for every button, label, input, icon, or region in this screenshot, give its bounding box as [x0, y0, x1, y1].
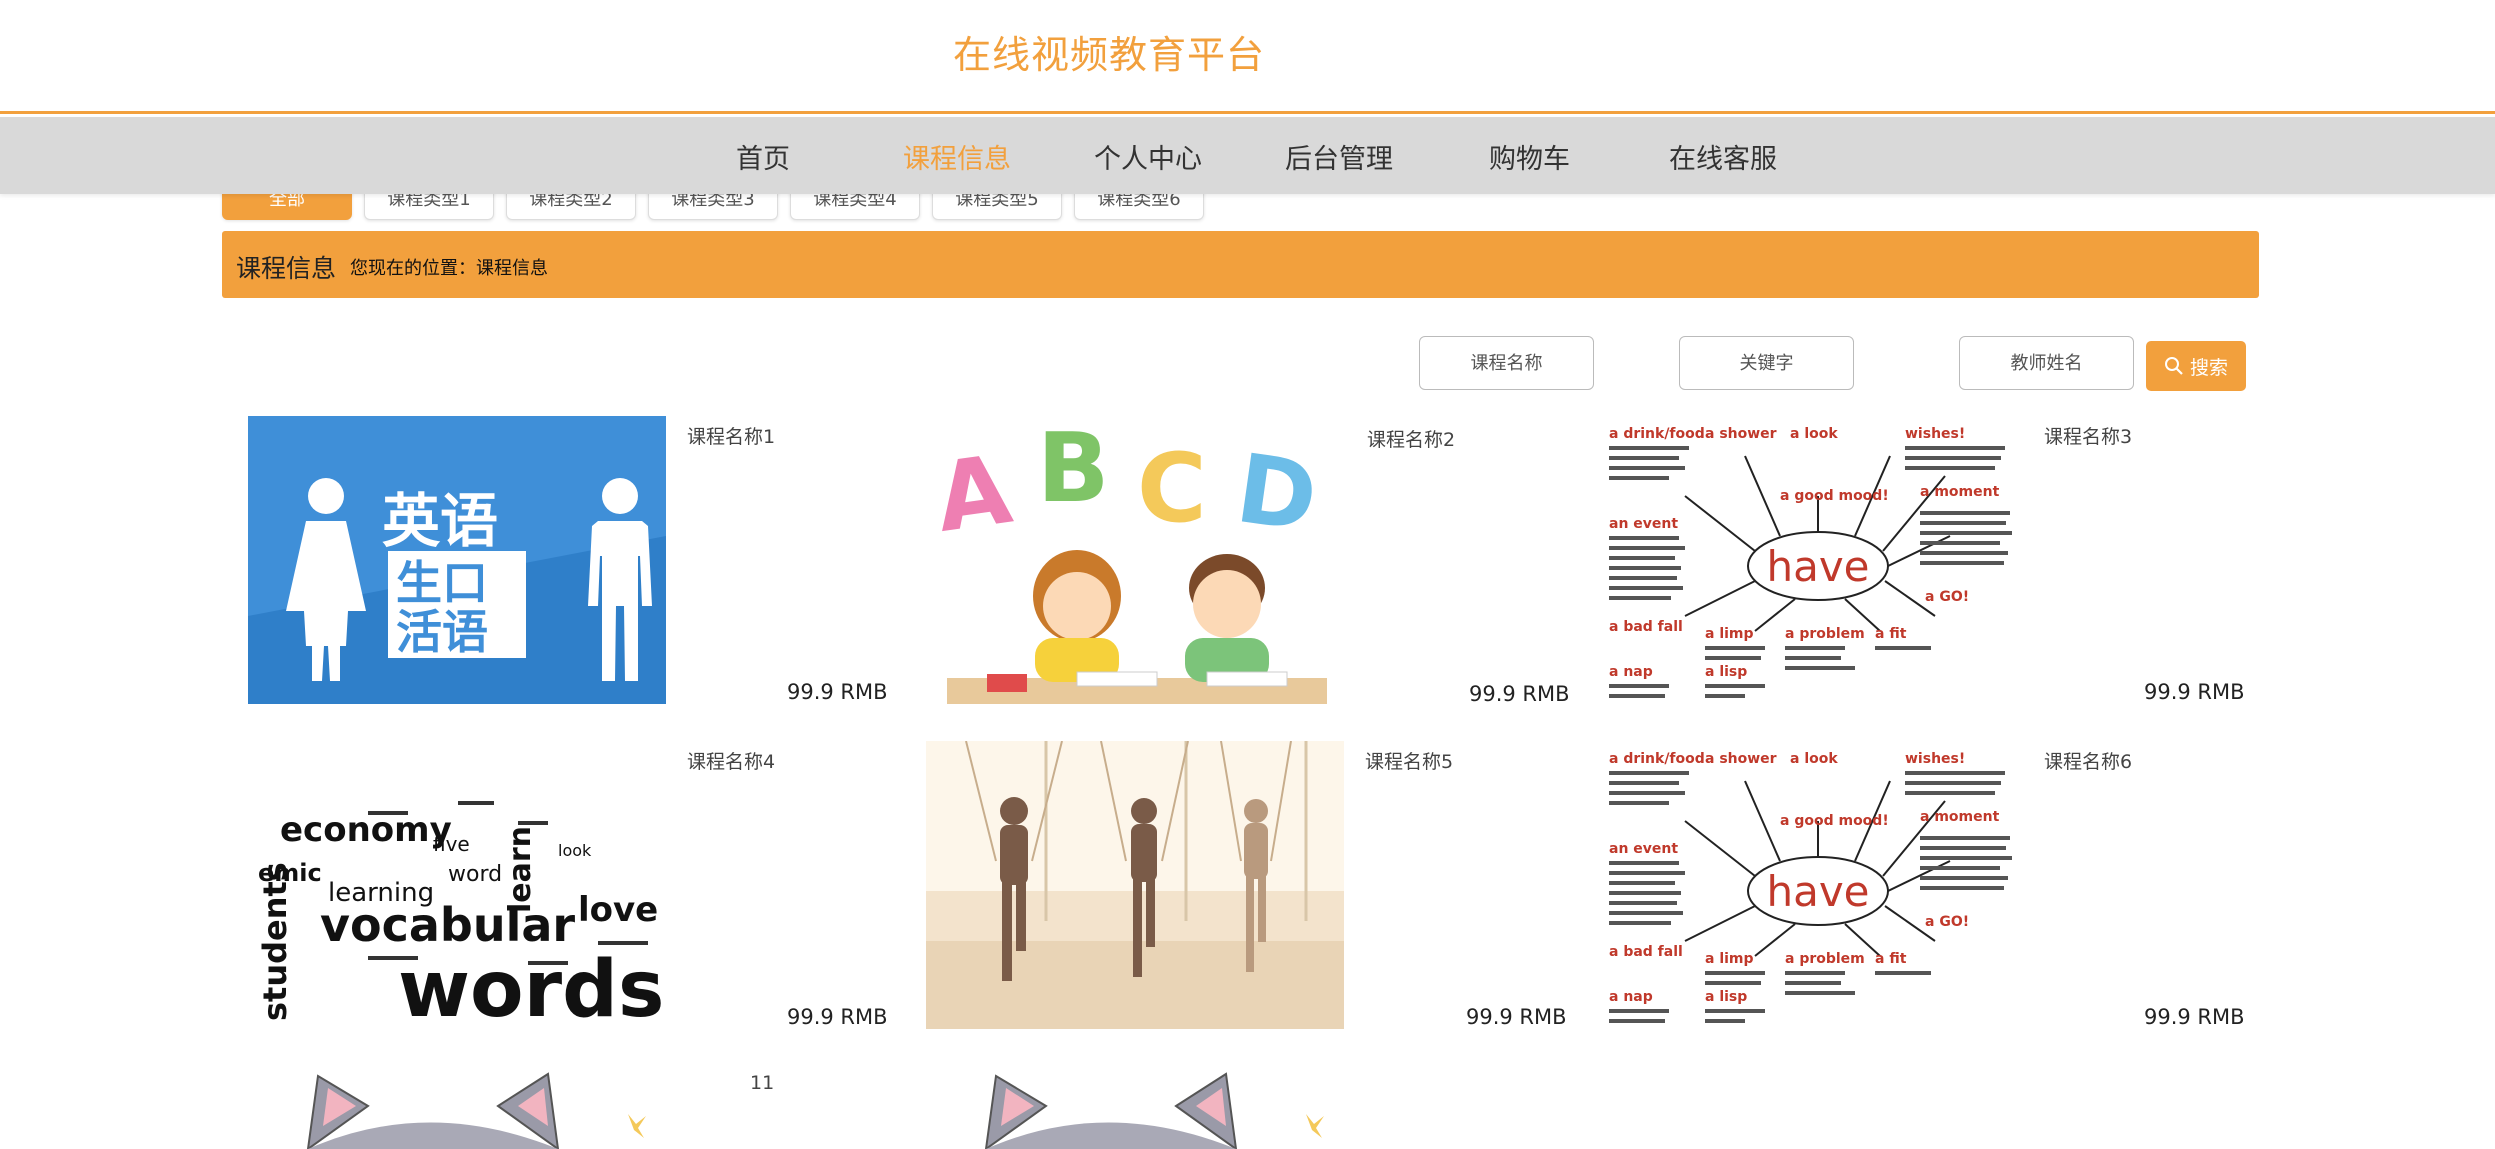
- keyword-input[interactable]: [1679, 336, 1854, 390]
- svg-text:a good mood!: a good mood!: [1780, 813, 1889, 829]
- main-nav: 首页 课程信息 个人中心 后台管理 购物车 在线客服: [0, 117, 2495, 194]
- svg-text:B: B: [1037, 416, 1109, 524]
- course-name-3[interactable]: 课程名称3: [2044, 422, 2132, 449]
- course-name-2[interactable]: 课程名称2: [1367, 425, 1455, 452]
- sign-text-2: 生口: [396, 556, 488, 610]
- course-image-8[interactable]: [926, 1066, 1344, 1149]
- svg-text:D: D: [1230, 434, 1323, 554]
- course-price-3: 99.9 RMB: [2144, 680, 2245, 704]
- svg-text:a look: a look: [1790, 426, 1838, 442]
- search-button[interactable]: 搜索: [2146, 341, 2246, 391]
- svg-text:an event: an event: [1609, 516, 1678, 532]
- have-mindmap-image: have a drink/food a shower a look wishes! a…: [1609, 751, 2012, 1023]
- svg-text:a moment: a moment: [1920, 809, 2000, 825]
- nav-item-cart[interactable]: 购物车: [1489, 137, 1570, 176]
- position-title: 课程信息: [236, 254, 337, 283]
- svg-text:a moment: a moment: [1920, 484, 2000, 500]
- search-button-label: 搜索: [2189, 356, 2228, 379]
- nav-item-personal-center[interactable]: 个人中心: [1094, 137, 1202, 176]
- svg-text:a lisp: a lisp: [1705, 989, 1747, 1005]
- course-image-3[interactable]: have a drink/food a shower a look wishes! a…: [1605, 416, 2023, 704]
- course-price-6: 99.9 RMB: [2144, 1005, 2245, 1029]
- svg-text:C: C: [1137, 434, 1207, 544]
- sign-text-3: 活语: [396, 605, 488, 659]
- svg-text:a drink/food: a drink/food: [1609, 426, 1705, 442]
- search-icon: [2164, 357, 2183, 375]
- nav-item-home[interactable]: 首页: [736, 137, 790, 176]
- course-name-7[interactable]: 11: [750, 1072, 774, 1094]
- breadcrumb: 您现在的位置：课程信息: [350, 258, 548, 279]
- svg-text:emic: emic: [258, 859, 322, 887]
- svg-text:a problem: a problem: [1785, 951, 1865, 967]
- svg-text:a nap: a nap: [1609, 989, 1653, 1005]
- svg-text:A: A: [929, 435, 1018, 554]
- svg-text:a drink/food: a drink/food: [1609, 751, 1705, 767]
- yoga-class-image: [926, 741, 1344, 1029]
- svg-text:love: love: [578, 890, 658, 930]
- svg-text:words: words: [398, 945, 664, 1029]
- course-name-5[interactable]: 课程名称5: [1365, 747, 1453, 774]
- course-price-2: 99.9 RMB: [1469, 682, 1570, 706]
- vocabulary-word-cloud-image: words vocabular economy learning student…: [256, 801, 664, 1029]
- course-image-1[interactable]: 英语 生口 活语: [248, 416, 666, 704]
- svg-text:a fit: a fit: [1875, 626, 1907, 642]
- svg-text:a limp: a limp: [1705, 626, 1754, 642]
- course-image-6[interactable]: have a drink/food a shower a look wishes! a…: [1605, 741, 2023, 1029]
- course-name-1[interactable]: 课程名称1: [687, 422, 775, 449]
- abcd-kids-image: A B C D: [929, 416, 1327, 704]
- course-image-7[interactable]: [248, 1066, 666, 1149]
- svg-text:an event: an event: [1609, 841, 1678, 857]
- svg-text:wishes!: wishes!: [1905, 426, 1965, 442]
- svg-text:word: word: [448, 862, 502, 887]
- sign-text-1: 英语: [382, 487, 498, 555]
- svg-text:learning: learning: [328, 878, 434, 908]
- svg-text:a GO!: a GO!: [1925, 914, 1969, 930]
- svg-text:a limp: a limp: [1705, 951, 1754, 967]
- cat-drawing-image: [984, 1072, 1324, 1149]
- svg-text:a shower: a shower: [1705, 751, 1777, 767]
- svg-text:a bad fall: a bad fall: [1609, 944, 1683, 960]
- svg-text:a problem: a problem: [1785, 626, 1865, 642]
- course-name-6[interactable]: 课程名称6: [2044, 747, 2132, 774]
- svg-text:a good mood!: a good mood!: [1780, 488, 1889, 504]
- svg-text:economy: economy: [280, 810, 452, 850]
- svg-text:wishes!: wishes!: [1905, 751, 1965, 767]
- course-price-4: 99.9 RMB: [787, 1005, 888, 1029]
- svg-text:a nap: a nap: [1609, 664, 1653, 680]
- course-name-4[interactable]: 课程名称4: [687, 747, 775, 774]
- course-image-5[interactable]: [926, 741, 1344, 1029]
- course-image-4[interactable]: words vocabular economy learning student…: [248, 741, 666, 1029]
- svg-text:a GO!: a GO!: [1925, 589, 1969, 605]
- course-image-2[interactable]: A B C D: [927, 416, 1345, 704]
- svg-text:a shower: a shower: [1705, 426, 1777, 442]
- position-bar: 课程信息 您现在的位置：课程信息: [222, 231, 2259, 298]
- svg-text:learn: learn: [503, 826, 538, 913]
- site-header: 在线视频教育平台: [0, 0, 2495, 114]
- have-mindmap-image: have a drink/food a shower a look wishes! a…: [1609, 426, 2012, 698]
- course-price-5: 99.9 RMB: [1466, 1005, 1567, 1029]
- nav-item-admin[interactable]: 后台管理: [1285, 137, 1393, 176]
- course-name-input[interactable]: [1419, 336, 1594, 390]
- svg-text:have: have: [1766, 542, 1869, 591]
- svg-text:a bad fall: a bad fall: [1609, 619, 1683, 635]
- svg-text:look: look: [558, 841, 592, 860]
- nav-item-online-service[interactable]: 在线客服: [1669, 137, 1777, 176]
- english-sign-image: 英语 生口 活语: [248, 478, 666, 704]
- svg-text:five: five: [433, 832, 470, 856]
- course-price-1: 99.9 RMB: [787, 680, 888, 704]
- svg-text:a lisp: a lisp: [1705, 664, 1747, 680]
- site-title: 在线视频教育平台: [953, 33, 1266, 77]
- nav-item-course-info[interactable]: 课程信息: [903, 137, 1011, 176]
- svg-text:a look: a look: [1790, 751, 1838, 767]
- svg-text:a fit: a fit: [1875, 951, 1907, 967]
- teacher-name-input[interactable]: [1959, 336, 2134, 390]
- cat-drawing-image: [306, 1072, 646, 1149]
- svg-text:have: have: [1766, 867, 1869, 916]
